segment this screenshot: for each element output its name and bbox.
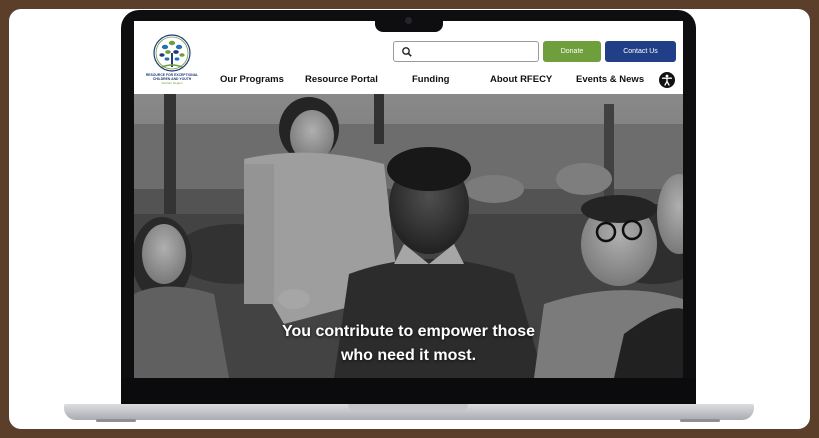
laptop-chin bbox=[121, 378, 696, 406]
camera-icon bbox=[405, 17, 412, 24]
logo-text: RESOURCE FOR EXCEPTIONAL CHILDREN AND YO… bbox=[142, 73, 202, 85]
nav-resource-portal[interactable]: Resource Portal bbox=[305, 74, 378, 85]
laptop-foot-left bbox=[96, 419, 136, 422]
nav-events-news[interactable]: Events & News bbox=[576, 74, 644, 85]
hero-line-2: who need it most. bbox=[340, 347, 477, 364]
hero-headline: You contribute to empower those who need… bbox=[134, 320, 683, 368]
contact-us-button[interactable]: Contact Us bbox=[605, 41, 676, 62]
hero-banner: You contribute to empower those who need… bbox=[134, 94, 683, 378]
hero-line-1: You contribute to empower those bbox=[281, 323, 536, 340]
laptop-foot-right bbox=[680, 419, 720, 422]
nav-our-programs[interactable]: Our Programs bbox=[220, 74, 284, 85]
search-input[interactable] bbox=[416, 44, 534, 59]
nav-about-rfecy[interactable]: About RFECY bbox=[490, 74, 552, 85]
donate-button[interactable]: Donate bbox=[543, 41, 601, 62]
search-icon[interactable] bbox=[401, 46, 413, 58]
accessibility-icon[interactable] bbox=[659, 72, 675, 88]
accessibility-figure bbox=[661, 74, 673, 86]
website-screen: RESOURCE FOR EXCEPTIONAL CHILDREN AND YO… bbox=[134, 21, 683, 378]
laptop-base-notch bbox=[348, 404, 468, 412]
nav-funding[interactable]: Funding bbox=[412, 74, 449, 85]
logo-line-3: Durham Region bbox=[161, 81, 183, 85]
search-box[interactable] bbox=[393, 41, 539, 62]
